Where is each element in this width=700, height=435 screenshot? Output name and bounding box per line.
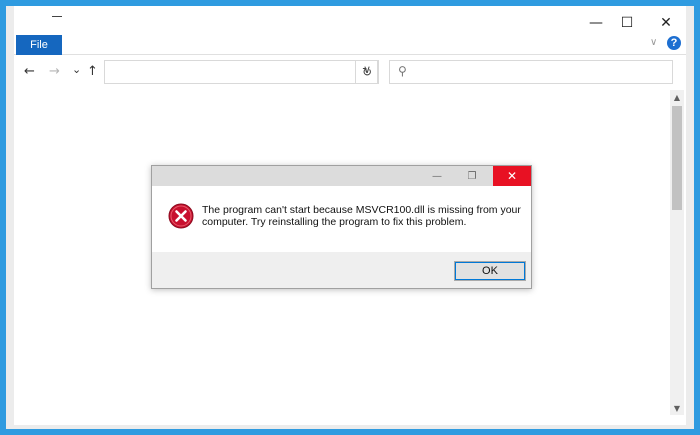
refresh-button[interactable]: ↻ [355, 60, 379, 84]
dialog-restore-button[interactable]: ❐ [457, 166, 487, 186]
scroll-down-icon[interactable]: ▼ [670, 401, 684, 415]
scroll-thumb[interactable] [672, 106, 682, 210]
minimize-button[interactable]: — [580, 10, 612, 36]
maximize-button[interactable]: ☐ [611, 10, 643, 36]
vertical-scrollbar[interactable]: ▲ ▼ [670, 90, 684, 415]
navigation-bar: ← → ⌄ ↑ ∨ ↻ ⚲ [14, 58, 686, 88]
dialog-footer: OK [152, 252, 531, 288]
help-icon[interactable]: ? [667, 36, 681, 50]
dialog-titlebar: — ❐ ✕ [152, 166, 531, 186]
up-arrow-icon[interactable]: ↑ [87, 64, 98, 79]
dialog-close-button[interactable]: ✕ [493, 166, 531, 186]
search-input[interactable]: ⚲ [389, 60, 673, 84]
error-icon [168, 203, 194, 229]
address-bar[interactable]: ∨ [104, 60, 378, 84]
ribbon: File ∨ ? [14, 35, 686, 55]
quick-access-mark [52, 16, 62, 17]
file-tab[interactable]: File [16, 35, 62, 55]
recent-locations-icon[interactable]: ⌄ [72, 63, 81, 76]
error-dialog: — ❐ ✕ The program can't start because MS… [151, 165, 532, 289]
back-arrow-icon[interactable]: ← [24, 64, 35, 79]
close-button[interactable]: ✕ [650, 10, 682, 36]
dialog-minimize-button[interactable]: — [422, 166, 452, 186]
forward-arrow-icon[interactable]: → [49, 64, 60, 79]
ok-button[interactable]: OK [454, 261, 526, 281]
scroll-up-icon[interactable]: ▲ [670, 90, 684, 104]
error-message: The program can't start because MSVCR100… [202, 204, 521, 228]
search-icon: ⚲ [398, 64, 407, 78]
chevron-down-icon[interactable]: ∨ [650, 37, 657, 48]
